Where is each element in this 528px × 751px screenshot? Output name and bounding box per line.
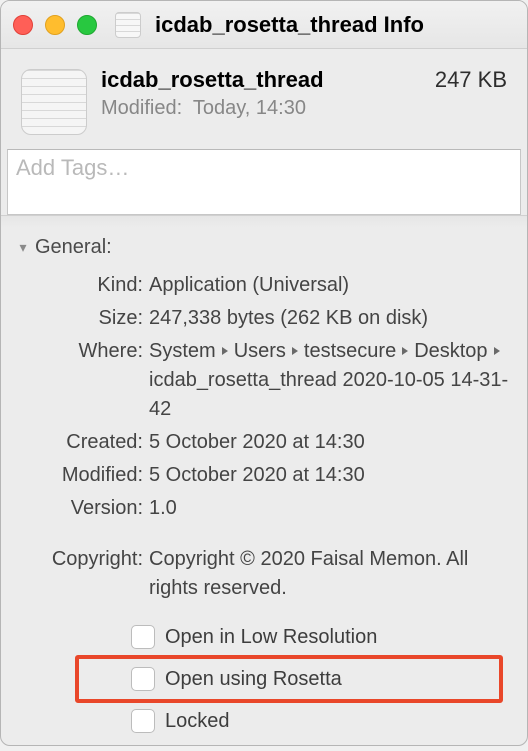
zoom-icon[interactable] xyxy=(77,15,97,35)
modified-summary: Modified: Today, 14:30 xyxy=(101,97,507,120)
path-separator-icon xyxy=(402,347,408,355)
copyright-value: Copyright © 2020 Faisal Memon. All right… xyxy=(149,545,517,603)
info-window: icdab_rosetta_thread Info icdab_rosetta_… xyxy=(0,0,528,746)
kind-value: Application (Universal) xyxy=(149,271,517,300)
path-segment: Desktop xyxy=(414,340,487,362)
copyright-label: Copyright: xyxy=(15,545,149,574)
kind-label: Kind: xyxy=(15,271,149,300)
general-section-title: General: xyxy=(35,236,112,259)
modified-value: 5 October 2020 at 14:30 xyxy=(149,461,517,490)
created-label: Created: xyxy=(15,428,149,457)
size-label: Size: xyxy=(15,304,149,333)
size-value: 247,338 bytes (262 KB on disk) xyxy=(149,304,517,333)
modified-summary-value: Today, 14:30 xyxy=(193,97,306,119)
where-value: System Users testsecure Desktop icdab_rosett… xyxy=(149,337,517,424)
checkbox-icon[interactable] xyxy=(131,667,155,691)
locked-label: Locked xyxy=(165,710,230,733)
rosetta-highlight: Open using Rosetta xyxy=(75,655,503,703)
locked-row[interactable]: Locked xyxy=(11,703,517,739)
open-low-res-row[interactable]: Open in Low Resolution xyxy=(11,619,517,655)
tags-input[interactable] xyxy=(14,154,518,182)
options: Open in Low Resolution Open using Rosett… xyxy=(11,605,517,739)
version-value: 1.0 xyxy=(149,494,517,523)
app-icon xyxy=(115,12,141,38)
open-rosetta-label: Open using Rosetta xyxy=(165,668,342,691)
path-separator-icon xyxy=(222,347,228,355)
created-value: 5 October 2020 at 14:30 xyxy=(149,428,517,457)
modified-summary-label: Modified: xyxy=(101,97,182,119)
titlebar: icdab_rosetta_thread Info xyxy=(1,1,527,49)
modified-label: Modified: xyxy=(15,461,149,490)
summary-row: icdab_rosetta_thread 247 KB Modified: To… xyxy=(1,49,527,143)
general-properties: Kind: Application (Universal) Size: 247,… xyxy=(11,269,517,605)
general-section-header[interactable]: ▾ General: xyxy=(11,232,517,269)
tags-field[interactable] xyxy=(7,149,521,215)
chevron-down-icon: ▾ xyxy=(15,239,31,256)
path-separator-icon xyxy=(292,347,298,355)
checkbox-icon[interactable] xyxy=(131,709,155,733)
close-icon[interactable] xyxy=(13,15,33,35)
path-segment: testsecure xyxy=(304,340,396,362)
section-divider xyxy=(1,215,527,228)
open-rosetta-row[interactable]: Open using Rosetta xyxy=(79,661,499,697)
general-section: ▾ General: Kind: Application (Universal)… xyxy=(1,228,527,739)
file-size: 247 KB xyxy=(435,67,507,93)
path-segment: Users xyxy=(234,340,286,362)
checkbox-icon[interactable] xyxy=(131,625,155,649)
where-label: Where: xyxy=(15,337,149,366)
open-low-res-label: Open in Low Resolution xyxy=(165,626,377,649)
window-controls xyxy=(13,15,97,35)
version-label: Version: xyxy=(15,494,149,523)
path-separator-icon xyxy=(494,347,500,355)
path-segment: System xyxy=(149,340,216,362)
file-icon xyxy=(21,69,87,135)
path-segment: icdab_rosetta_thread 2020-10-05 14-31-42 xyxy=(149,369,508,420)
file-name: icdab_rosetta_thread xyxy=(101,67,324,93)
window-title: icdab_rosetta_thread Info xyxy=(155,12,424,38)
minimize-icon[interactable] xyxy=(45,15,65,35)
